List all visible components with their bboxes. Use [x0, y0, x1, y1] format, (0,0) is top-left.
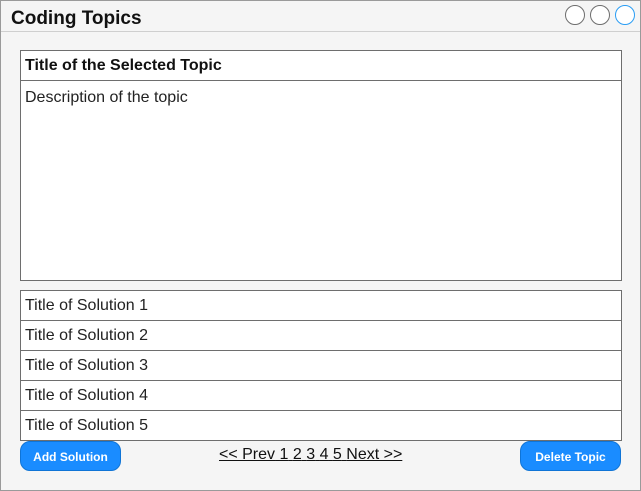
- solution-row[interactable]: Title of Solution 5: [20, 411, 622, 441]
- page-link-1[interactable]: 1: [279, 446, 288, 463]
- solution-row[interactable]: Title of Solution 4: [20, 381, 622, 411]
- topic-title: Title of the Selected Topic: [21, 51, 621, 81]
- pagination: << Prev 1 2 3 4 5 Next >>: [219, 446, 402, 464]
- delete-topic-button[interactable]: Delete Topic: [520, 441, 621, 471]
- solution-title: Title of Solution 2: [25, 327, 149, 344]
- page-link-4[interactable]: 4: [320, 446, 329, 463]
- solution-row[interactable]: Title of Solution 1: [20, 290, 622, 321]
- page-link-3[interactable]: 3: [306, 446, 315, 463]
- window-title: Coding Topics: [11, 8, 142, 29]
- solution-title: Title of Solution 1: [25, 297, 149, 314]
- topic-description: Description of the topic: [25, 89, 188, 106]
- next-page-link[interactable]: Next >>: [346, 446, 402, 463]
- title-bar: Coding Topics: [1, 1, 640, 32]
- window-control-2[interactable]: [590, 5, 610, 25]
- page-link-5[interactable]: 5: [333, 446, 342, 463]
- add-solution-button[interactable]: Add Solution: [20, 441, 121, 471]
- window-control-3[interactable]: [615, 5, 635, 25]
- page-link-2[interactable]: 2: [293, 446, 302, 463]
- solution-row[interactable]: Title of Solution 2: [20, 321, 622, 351]
- solution-row[interactable]: Title of Solution 3: [20, 351, 622, 381]
- solution-title: Title of Solution 5: [25, 417, 149, 434]
- solution-list: Title of Solution 1 Title of Solution 2 …: [20, 290, 622, 441]
- window-control-1[interactable]: [565, 5, 585, 25]
- topic-panel: Title of the Selected Topic Description …: [20, 50, 622, 281]
- solution-title: Title of Solution 3: [25, 357, 149, 374]
- prev-page-link[interactable]: << Prev: [219, 446, 275, 463]
- solution-title: Title of Solution 4: [25, 387, 149, 404]
- app-window: Coding Topics Title of the Selected Topi…: [0, 0, 641, 491]
